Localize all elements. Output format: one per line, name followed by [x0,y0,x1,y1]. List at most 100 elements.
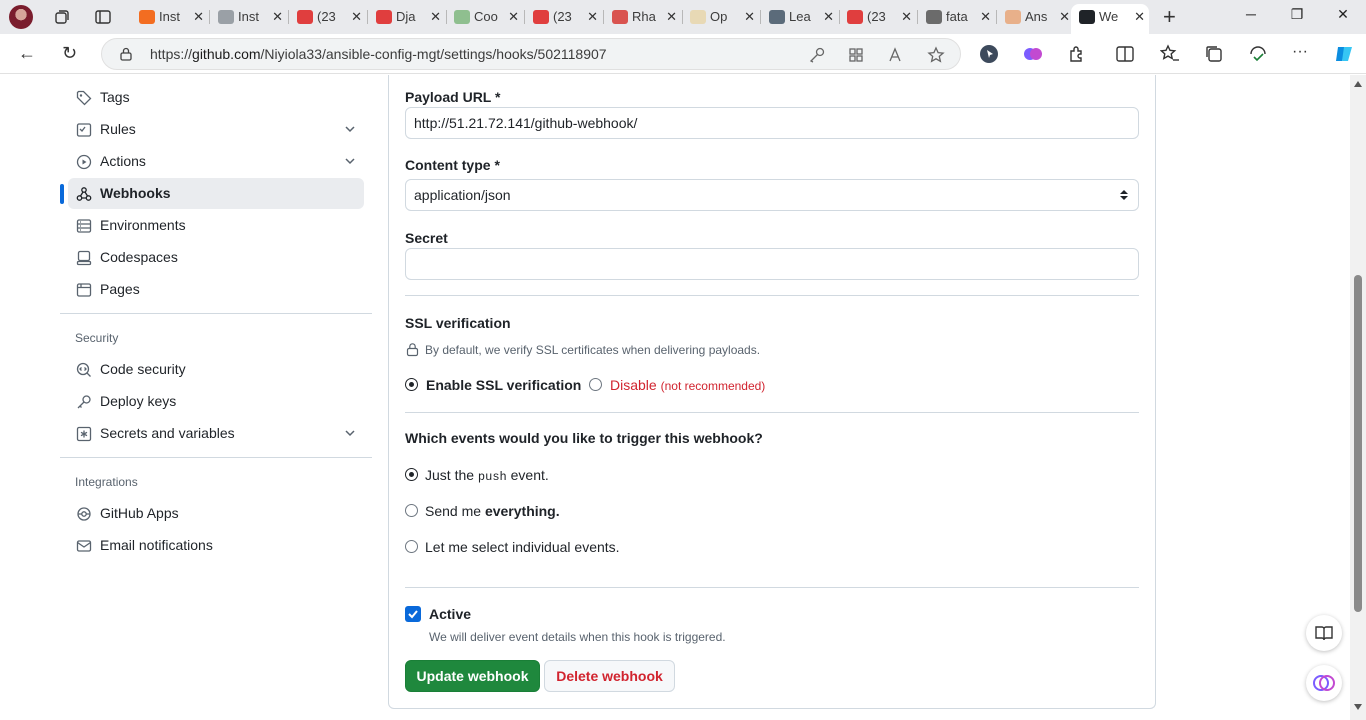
delete-webhook-button[interactable]: Delete webhook [544,660,675,692]
select-arrows-icon [1120,190,1128,200]
tab-close-icon[interactable]: ✕ [508,4,519,30]
browser-tab[interactable]: Inst ✕ [210,4,287,32]
tab-close-icon[interactable]: ✕ [272,4,283,30]
browser-tab[interactable]: We ✕ [1071,4,1149,34]
close-window-button[interactable]: ✕ [1320,6,1366,23]
tab-close-icon[interactable]: ✕ [430,4,441,30]
scroll-up-icon[interactable] [1354,81,1362,87]
event-select-label[interactable]: Let me select individual events. [425,539,620,555]
tab-close-icon[interactable]: ✕ [1059,4,1070,30]
reload-button[interactable]: ↻ [62,43,77,64]
event-all-radio[interactable] [405,504,418,517]
scrollbar-thumb[interactable] [1354,275,1362,612]
lock-icon[interactable] [120,47,132,61]
address-bar[interactable]: https://github.com/Niyiola33/ansible-con… [101,38,961,70]
sidebar-item-email-notifications[interactable]: Email notifications [68,530,364,561]
active-label[interactable]: Active [429,606,471,622]
sidebar-item-webhooks[interactable]: Webhooks [60,178,364,209]
tab-close-icon[interactable]: ✕ [587,4,598,30]
sidebar-item-pages[interactable]: Pages [68,274,364,305]
tab-actions-icon[interactable] [94,8,112,26]
browser-tab[interactable]: Ans ✕ [997,4,1074,32]
browser-tab[interactable]: Op ✕ [682,4,759,32]
scroll-down-icon[interactable] [1354,704,1362,710]
secret-input[interactable] [405,248,1139,280]
tab-close-icon[interactable]: ✕ [744,4,755,30]
restore-button[interactable]: ❐ [1274,6,1320,23]
workspaces-icon[interactable] [53,8,71,26]
extensions-puzzle-icon[interactable] [1067,44,1087,64]
sidebar-item-github-apps[interactable]: GitHub Apps [68,498,364,529]
tab-close-icon[interactable]: ✕ [193,4,204,30]
key-icon[interactable] [808,46,826,64]
event-all-label[interactable]: Send me everything. [425,503,560,519]
chevron-down-icon[interactable] [344,123,356,135]
ssl-enable-radio[interactable] [405,378,418,391]
browser-tab[interactable]: Coo ✕ [446,4,523,32]
book-icon [1315,626,1333,641]
ai-assistant-button[interactable] [1306,665,1342,701]
tab-label: fata [946,9,968,24]
browser-tab[interactable]: Lea ✕ [761,4,838,32]
tab-close-icon[interactable]: ✕ [823,4,834,30]
sidebar-item-deploy-keys[interactable]: Deploy keys [68,386,364,417]
ssl-disable-label[interactable]: Disable (not recommended) [610,377,765,393]
chevron-down-icon[interactable] [344,427,356,439]
sidebar-item-label: Pages [100,281,140,297]
sidebar-item-tags[interactable]: Tags [68,82,364,113]
url-text[interactable]: https://github.com/Niyiola33/ansible-con… [150,46,607,62]
events-heading: Which events would you like to trigger t… [405,430,763,446]
tab-label: (23 [317,9,336,24]
apps-icon [77,507,91,521]
tab-close-icon[interactable]: ✕ [901,4,912,30]
sidebar-item-secrets-and-variables[interactable]: Secrets and variables [68,418,364,449]
sidebar-item-code-security[interactable]: Code security [68,354,364,385]
tab-close-icon[interactable]: ✕ [1134,4,1145,30]
content-type-select[interactable]: application/json [405,179,1139,211]
sidebar-item-actions[interactable]: Actions [68,146,364,177]
ssl-disable-radio[interactable] [589,378,602,391]
collections-icon[interactable] [1204,44,1224,64]
browser-tab[interactable]: Inst ✕ [131,4,208,32]
new-tab-button[interactable]: + [1163,4,1176,30]
sidebar-item-codespaces[interactable]: Codespaces [68,242,364,273]
ssl-enable-label[interactable]: Enable SSL verification [426,377,581,393]
tab-close-icon[interactable]: ✕ [980,4,991,30]
server-icon [76,219,92,233]
profile-avatar[interactable] [9,5,33,29]
settings-more-button[interactable]: ··· [1292,43,1308,61]
favorite-star-icon[interactable] [927,46,945,64]
extension-brain-icon[interactable] [1023,44,1043,64]
extension-cursor-icon[interactable] [979,44,999,64]
browser-tab[interactable]: Rha ✕ [604,4,681,32]
event-push-radio[interactable] [405,468,418,481]
payload-url-input[interactable]: http://51.21.72.141/github-webhook/ [405,107,1139,139]
minimize-button[interactable]: ─ [1228,6,1274,22]
settings-page: Tags Rules Actions Webhooks Environments… [0,75,1366,720]
browser-tab[interactable]: (23 ✕ [839,4,916,32]
tab-favicon-icon [1005,10,1021,24]
tab-close-icon[interactable]: ✕ [666,4,677,30]
browser-tab[interactable]: (23 ✕ [289,4,366,32]
browser-tab[interactable]: Dja ✕ [368,4,445,32]
tab-label: (23 [867,9,886,24]
copilot-icon[interactable] [1334,44,1354,64]
tab-close-icon[interactable]: ✕ [351,4,362,30]
active-checkbox[interactable] [405,606,421,622]
update-webhook-button[interactable]: Update webhook [405,660,540,692]
favorites-icon[interactable] [1160,44,1180,64]
browser-essentials-icon[interactable] [1248,44,1268,64]
page-scrollbar[interactable] [1350,75,1366,720]
browser-tab[interactable]: (23 ✕ [525,4,602,32]
event-select-radio[interactable] [405,540,418,553]
event-push-label[interactable]: Just the push event. [425,467,549,484]
read-aloud-icon[interactable] [887,46,905,64]
browser-tab[interactable]: fata ✕ [918,4,995,32]
sidebar-item-environments[interactable]: Environments [68,210,364,241]
chevron-down-icon[interactable] [344,155,356,167]
split-screen-icon[interactable] [1115,44,1135,64]
app-available-icon[interactable] [847,46,865,64]
back-button[interactable]: ← [18,43,36,64]
immersive-reader-button[interactable] [1306,615,1342,651]
sidebar-item-rules[interactable]: Rules [68,114,364,145]
